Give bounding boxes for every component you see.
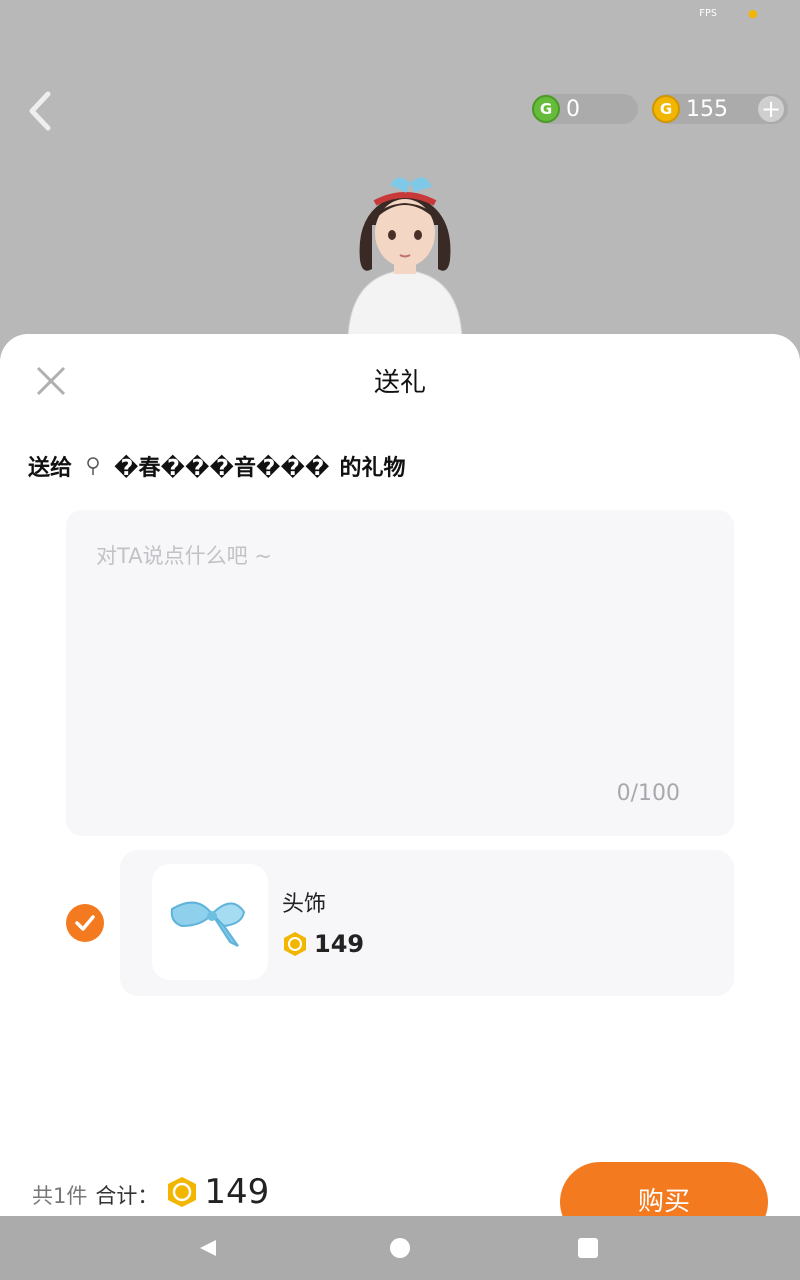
dialog-title: 送礼 [373,368,426,398]
item-count: 共1件 [32,1184,88,1208]
nav-back-icon[interactable] [198,1238,218,1258]
item-name: 头饰 [282,892,327,917]
recipient-avatar-icon [87,457,99,475]
fps-label: FPS [699,8,718,19]
hair-ribbon-icon [170,901,246,947]
total-label: 合计： [95,1184,159,1208]
gift-item-card[interactable]: 头饰 149 [120,850,734,996]
nav-home-icon[interactable] [390,1238,410,1258]
checkmark-icon [75,915,95,931]
coin-currency-value: 155 [686,96,728,122]
coin-icon [168,1177,197,1207]
coin-icon: G [652,95,680,123]
send-to-prefix: 送给 [28,456,73,481]
item-price: 149 [282,930,364,958]
send-to-suffix: 的礼物 [339,456,406,481]
system-nav-bar [0,1216,800,1280]
message-input[interactable]: 对TA说点什么吧 ~ 0/100 [66,510,734,836]
send-to-line: 送给 �春���音��� 的礼物 [28,450,405,482]
chevron-left-icon [29,91,51,131]
g-currency-display: G 0 [532,94,638,124]
item-thumbnail [152,864,268,980]
coin-currency-display: G 155 + [652,94,788,124]
character-avatar [347,177,463,341]
item-select-checkbox[interactable] [66,904,104,942]
add-coins-button[interactable]: + [758,96,784,122]
g-currency-value: 0 [566,96,580,122]
gift-sheet: 送礼 送给 �春���音��� 的礼物 对TA说点什么吧 ~ 0/100 头饰 [0,334,800,1242]
total-amount: 149 [204,1172,270,1212]
fps-indicator-icon: ● [748,7,758,20]
recipient-name: �春���音��� [114,456,330,481]
item-price-value: 149 [314,930,365,958]
g-coin-icon: G [532,95,560,123]
message-counter: 0/100 [616,781,680,806]
nav-recents-icon[interactable] [578,1238,598,1258]
message-placeholder: 对TA说点什么吧 ~ [96,544,272,568]
back-button[interactable] [22,86,62,136]
total-summary: 共1件 合计： 149 [32,1172,269,1212]
coin-icon [284,932,306,956]
